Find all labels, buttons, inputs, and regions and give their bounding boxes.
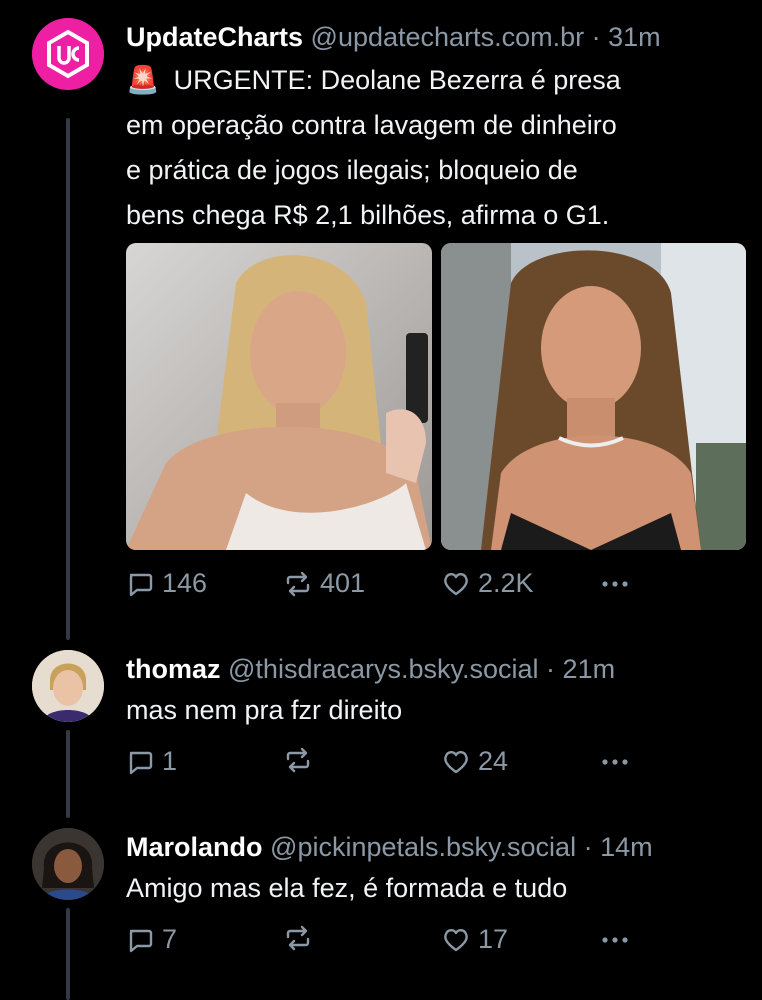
reply-icon — [129, 929, 153, 952]
like-button[interactable]: 24 — [442, 746, 508, 777]
reply-post[interactable]: Marolando @pickinpetals.bsky.social · 14… — [0, 818, 762, 1000]
reply-icon — [129, 751, 153, 774]
repost-count: 401 — [320, 568, 366, 598]
separator-dot: · — [583, 832, 593, 862]
post-header: Marolando @pickinpetals.bsky.social · 14… — [126, 830, 746, 864]
reply-count: 1 — [162, 746, 178, 776]
author-name[interactable]: Marolando — [126, 832, 263, 862]
separator-dot: · — [591, 22, 601, 52]
portrait-photo-icon — [441, 243, 746, 550]
reply-button[interactable]: 146 — [126, 568, 207, 599]
author-handle[interactable]: @thisdracarys.bsky.social — [228, 654, 539, 684]
repost-icon — [286, 571, 310, 596]
more-options-button[interactable] — [600, 924, 630, 954]
author-name[interactable]: UpdateCharts — [126, 22, 303, 52]
post-header: thomaz @thisdracarys.bsky.social · 21m — [126, 652, 746, 686]
more-icon — [602, 581, 628, 587]
post-text-line: bens chega R$ 2,1 bilhões, afirma o G1. — [126, 200, 610, 230]
avatar-photo-icon — [32, 828, 104, 900]
more-icon — [602, 937, 628, 943]
post-text: Amigo mas ela fez, é formada e tudo — [126, 873, 568, 903]
post-actions: 1 24 — [126, 746, 646, 786]
post-actions: 7 17 — [126, 924, 646, 964]
reply-post[interactable]: thomaz @thisdracarys.bsky.social · 21m m… — [0, 640, 762, 820]
heart-icon — [444, 750, 468, 773]
author-name[interactable]: thomaz — [126, 654, 221, 684]
post-text: mas nem pra fzr direito — [126, 695, 403, 725]
reply-count: 7 — [162, 924, 178, 954]
like-count: 24 — [478, 746, 509, 776]
repost-button[interactable] — [284, 924, 312, 952]
updatecharts-logo-icon — [32, 18, 104, 90]
avatar[interactable] — [32, 828, 104, 900]
more-options-button[interactable] — [600, 746, 630, 776]
reply-button[interactable]: 1 — [126, 746, 177, 777]
post-text-line: 🚨 URGENTE: Deolane Bezerra é presa — [126, 58, 746, 103]
post-time[interactable]: 31m — [608, 22, 661, 52]
portrait-photo-icon — [126, 243, 432, 550]
post-text: 🚨 URGENTE: Deolane Bezerra é presa em ope… — [126, 58, 746, 238]
post-text-line: em operação contra lavagem de dinheiro — [126, 110, 617, 140]
avatar-photo-icon — [32, 650, 104, 722]
avatar[interactable] — [32, 18, 104, 90]
reply-button[interactable]: 7 — [126, 924, 177, 955]
avatar[interactable] — [32, 650, 104, 722]
like-count: 2.2K — [478, 568, 534, 598]
siren-emoji-icon: 🚨 — [126, 65, 160, 95]
repost-icon — [286, 747, 310, 773]
post-time[interactable]: 21m — [563, 654, 616, 684]
more-options-button[interactable] — [600, 568, 630, 598]
post-actions: 146 401 2.2K — [126, 568, 646, 608]
like-button[interactable]: 17 — [442, 924, 508, 955]
author-handle[interactable]: @updatecharts.com.br — [311, 22, 585, 52]
repost-button[interactable]: 401 — [284, 568, 365, 599]
separator-dot: · — [546, 654, 556, 684]
like-button[interactable]: 2.2K — [442, 568, 534, 599]
post-main[interactable]: UpdateCharts @updatecharts.com.br · 31m … — [0, 0, 762, 630]
repost-button[interactable] — [284, 746, 312, 774]
post-header: UpdateCharts @updatecharts.com.br · 31m — [126, 20, 746, 54]
reply-count: 146 — [162, 568, 208, 598]
more-icon — [602, 759, 628, 765]
reply-icon — [129, 573, 153, 596]
post-image-right[interactable] — [441, 243, 746, 550]
post-time[interactable]: 14m — [600, 832, 653, 862]
repost-icon — [286, 925, 310, 951]
post-text-line-1: URGENTE: Deolane Bezerra é presa — [173, 65, 621, 95]
heart-icon — [444, 928, 468, 951]
author-handle[interactable]: @pickinpetals.bsky.social — [270, 832, 576, 862]
heart-icon — [444, 572, 468, 595]
post-text-line: e prática de jogos ilegais; bloqueio de — [126, 155, 578, 185]
post-image-left[interactable] — [126, 243, 432, 550]
like-count: 17 — [478, 924, 509, 954]
